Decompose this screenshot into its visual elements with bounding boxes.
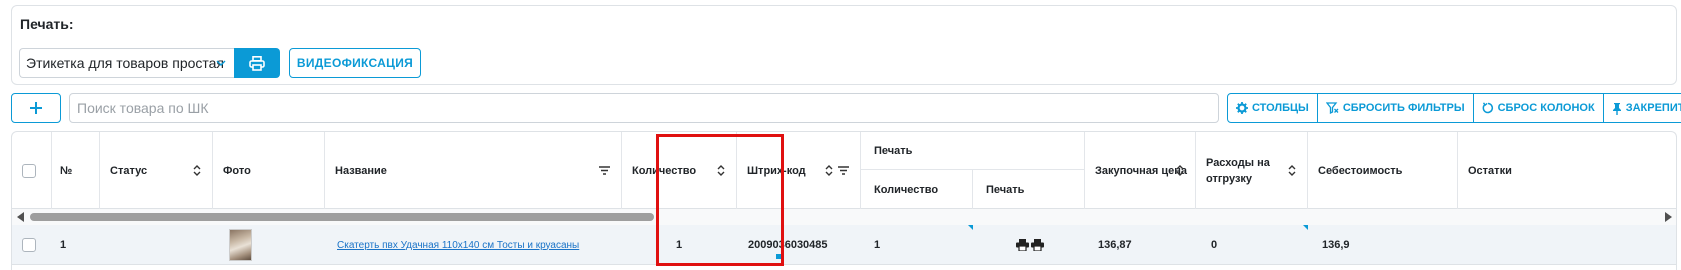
reset-columns-button[interactable]: СБРОС КОЛОНОК <box>1474 94 1604 122</box>
filter-icon[interactable] <box>837 165 850 176</box>
column-header-shipping-costs[interactable]: Расходы на отгрузку <box>1196 132 1308 209</box>
label-template-value: Этикетка для товаров простая <box>26 55 225 71</box>
plus-icon <box>30 102 42 114</box>
column-header-purchase-price-label: Закупочная цена <box>1095 164 1187 177</box>
column-header-name-label: Название <box>335 164 387 177</box>
column-group-print: Печать <box>861 132 1085 170</box>
columns-button[interactable]: СТОЛБЦЫ <box>1228 94 1318 122</box>
filter-clear-icon <box>1325 102 1339 114</box>
column-header-cost-label: Себестоимость <box>1318 164 1403 177</box>
column-header-photo-label: Фото <box>223 164 251 177</box>
reset-icon <box>1482 102 1493 114</box>
column-header-print-quantity-label: Количество <box>874 183 939 196</box>
printer-icon[interactable] <box>1016 239 1029 251</box>
editable-marker <box>1303 225 1308 230</box>
row-cost: 136,9 <box>1322 239 1350 251</box>
filter-icon[interactable] <box>598 165 611 176</box>
gear-icon <box>1236 102 1248 114</box>
row-num: 1 <box>60 239 67 251</box>
barcode-search-input[interactable] <box>69 93 1219 123</box>
row-purchase-price: 136,87 <box>1098 239 1132 251</box>
row-print-actions <box>1016 225 1044 265</box>
column-header-num: № <box>52 132 100 209</box>
scrollbar-thumb[interactable] <box>30 213 654 221</box>
column-header-print-action-label: Печать <box>986 183 1025 196</box>
column-header-barcode[interactable]: Штрих-код <box>737 132 861 209</box>
column-header-purchase-price[interactable]: Закупочная цена <box>1085 132 1196 209</box>
column-header-quantity[interactable]: Количество <box>622 132 737 209</box>
table-header: № Статус Фото Название Количество Штрих-… <box>12 132 1676 209</box>
row-checkbox-cell <box>22 225 36 265</box>
printer-icon[interactable] <box>1031 239 1044 251</box>
column-header-barcode-label: Штрих-код <box>747 164 806 177</box>
row-checkbox[interactable] <box>22 238 36 252</box>
sort-icon[interactable] <box>824 164 834 177</box>
sort-icon[interactable] <box>192 164 202 177</box>
column-header-stock: Остатки <box>1458 132 1676 209</box>
row-barcode: 2009036030485 <box>748 239 828 251</box>
row-shipping-costs[interactable]: 0 <box>1211 225 1217 265</box>
sort-icon[interactable] <box>1175 164 1185 177</box>
table-toolbar: СТОЛБЦЫ СБРОСИТЬ ФИЛЬТРЫ СБРОС КОЛОНОК З… <box>1227 93 1681 123</box>
row-photo-cell <box>229 225 252 265</box>
table-row[interactable]: 1 Скатерть пвх Удачная 110х140 см Тосты … <box>12 225 1676 265</box>
label-template-select[interactable]: Этикетка для товаров простая <box>19 48 237 78</box>
print-button[interactable] <box>234 48 280 78</box>
video-recording-button[interactable]: ВИДЕОФИКСАЦИЯ <box>289 48 421 78</box>
printer-icon <box>249 55 265 71</box>
column-header-status-label: Статус <box>110 164 148 177</box>
reset-filters-button[interactable]: СБРОСИТЬ ФИЛЬТРЫ <box>1318 94 1474 122</box>
reset-columns-button-label: СБРОС КОЛОНОК <box>1497 102 1595 114</box>
row-quantity[interactable]: 1 <box>676 225 682 265</box>
sort-icon[interactable] <box>1287 164 1297 177</box>
column-header-photo: Фото <box>213 132 325 209</box>
column-header-shipping-costs-label: Расходы на отгрузку <box>1206 156 1270 185</box>
product-photo[interactable] <box>229 229 252 261</box>
editable-marker <box>776 254 781 259</box>
column-header-cost: Себестоимость <box>1308 132 1458 209</box>
row-name-cell: Скатерть пвх Удачная 110х140 см Тосты и … <box>337 225 579 265</box>
column-header-status[interactable]: Статус <box>100 132 213 209</box>
products-table: № Статус Фото Название Количество Штрих-… <box>11 131 1677 270</box>
select-all-cell <box>12 132 52 209</box>
add-item-button[interactable] <box>11 93 61 123</box>
product-name-link[interactable]: Скатерть пвх Удачная 110х140 см Тосты и … <box>337 240 579 251</box>
column-header-stock-label: Остатки <box>1468 164 1512 177</box>
scroll-left-arrow-icon[interactable] <box>17 212 24 222</box>
print-panel-title: Печать: <box>20 16 74 32</box>
editable-marker <box>968 225 973 230</box>
select-all-checkbox[interactable] <box>22 163 36 178</box>
chevron-down-icon <box>216 60 226 66</box>
column-header-num-label: № <box>60 164 73 177</box>
column-group-print-label: Печать <box>874 144 913 157</box>
columns-button-label: СТОЛБЦЫ <box>1252 102 1309 114</box>
row-print-quantity[interactable]: 1 <box>874 225 880 265</box>
column-header-quantity-label: Количество <box>632 164 697 177</box>
column-header-name[interactable]: Название <box>325 132 622 209</box>
pin-button[interactable]: ЗАКРЕПИТЬ <box>1604 94 1681 122</box>
print-panel: Печать: Этикетка для товаров простая ВИД… <box>11 5 1677 85</box>
pin-button-label: ЗАКРЕПИТЬ <box>1625 102 1681 114</box>
reset-filters-button-label: СБРОСИТЬ ФИЛЬТРЫ <box>1342 102 1465 114</box>
pin-icon <box>1612 102 1621 115</box>
horizontal-scrollbar[interactable] <box>12 209 1676 225</box>
column-header-print-action: Печать <box>973 170 1085 209</box>
column-header-print-quantity: Количество <box>861 170 973 209</box>
sort-icon[interactable] <box>716 164 726 177</box>
scroll-right-arrow-icon[interactable] <box>1665 212 1672 222</box>
